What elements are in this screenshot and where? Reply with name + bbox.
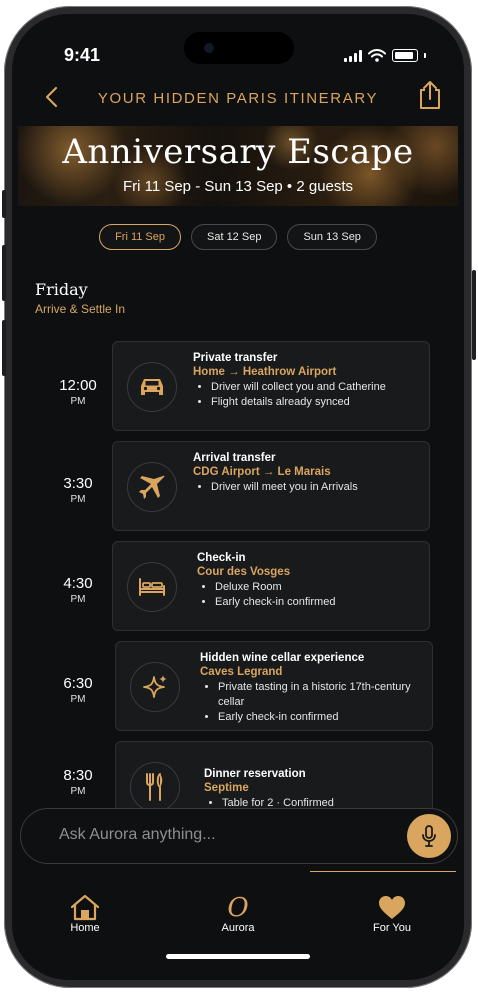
home-icon [70, 894, 100, 921]
plane-icon [139, 475, 165, 499]
event-detail: Driver will meet you in Arrivals [211, 480, 419, 495]
event-details: Private tasting in a historic 17th-centu… [200, 680, 422, 725]
sparkle-icon [143, 675, 167, 698]
event-card-body: Check-in Cour des Vosges Deluxe Room Ear… [197, 552, 419, 610]
side-button-volume-up [2, 245, 6, 301]
event-detail: Private tasting in a historic 17th-centu… [218, 680, 422, 710]
hero-banner: Anniversary Escape Fri 11 Sep - Sun 13 S… [18, 126, 458, 206]
event-title: Hidden wine cellar experience [200, 652, 365, 664]
event-time-value: 8:30 [63, 767, 93, 784]
event-detail: Deluxe Room [215, 580, 419, 595]
event-card[interactable]: Arrival transfer CDG Airport → Le Marais… [112, 441, 430, 531]
screen: 9:41 YOUR HIDDEN PARIS ITINERARY Anniver… [12, 14, 464, 980]
event-time: 8:30 PM [42, 767, 114, 797]
event-time-period: PM [70, 396, 86, 407]
camera [204, 43, 214, 53]
event-card-body: Private transfer Home → Heathrow Airport… [193, 352, 419, 410]
day-heading: Friday [35, 280, 88, 299]
event-card[interactable]: Dinner reservation Septime Table for 2 ·… [115, 741, 433, 808]
event-time-value: 12:00 [59, 377, 97, 394]
event-card[interactable]: Check-in Cour des Vosges Deluxe Room Ear… [112, 541, 430, 631]
event-card-body: Arrival transfer CDG Airport → Le Marais… [193, 452, 419, 495]
event-time: 12:00 PM [42, 377, 114, 407]
tab-home-label: Home [70, 922, 100, 934]
event-details: Deluxe Room Early check-in confirmed [197, 580, 419, 610]
chat-input[interactable] [59, 826, 379, 844]
event-time-value: 6:30 [63, 675, 93, 692]
heart-icon [379, 896, 405, 919]
event-title: Check-in [197, 552, 246, 564]
event-subtitle: CDG Airport → Le Marais [193, 466, 331, 478]
event-time-value: 4:30 [63, 575, 93, 592]
event-time-period: PM [70, 594, 86, 605]
event-time: 6:30 PM [42, 675, 114, 705]
tab-sun-13-sep[interactable]: Sun 13 Sep [287, 224, 377, 250]
event-time-period: PM [70, 786, 86, 797]
event-subtitle: Septime [204, 782, 249, 794]
status-icons [344, 49, 426, 62]
tab-fri-11-sep[interactable]: Fri 11 Sep [99, 224, 181, 250]
event-subtitle: Cour des Vosges [197, 566, 291, 578]
battery-icon [392, 49, 418, 62]
trip-dates-guests: Fri 11 Sep - Sun 13 Sep • 2 guests [122, 178, 354, 195]
tab-for-you-label: For You [373, 922, 411, 934]
event-time-value: 3:30 [63, 475, 93, 492]
event-title: Dinner reservation [204, 768, 306, 780]
event-subtitle: Home → Heathrow Airport [193, 366, 337, 378]
page-title: YOUR HIDDEN PARIS ITINERARY [97, 90, 379, 107]
event-details: Driver will collect you and Catherine Fl… [193, 380, 419, 410]
side-button-action [2, 190, 6, 218]
event-title: Private transfer [193, 352, 278, 364]
share-icon[interactable] [416, 80, 444, 110]
tab-for-you[interactable]: For You [342, 894, 442, 934]
event-detail: Table for 2 · Confirmed [222, 796, 422, 808]
microphone-icon [422, 825, 436, 847]
event-icon [127, 562, 177, 612]
status-time: 9:41 [64, 45, 101, 65]
day-subtitle: Arrive & Settle In [35, 302, 126, 316]
signal-icon [344, 49, 362, 62]
event-icon [127, 362, 177, 412]
car-icon [141, 379, 163, 395]
event-icon [127, 462, 177, 512]
chat-bar [20, 808, 458, 864]
event-card[interactable]: Private transfer Home → Heathrow Airport… [112, 341, 430, 431]
event-detail: Early check-in confirmed [215, 595, 419, 610]
bed-icon [139, 578, 165, 596]
event-icon [130, 762, 180, 808]
wifi-icon [368, 49, 386, 62]
event-detail: Flight details already synced [211, 395, 419, 410]
active-tab-indicator [310, 871, 456, 872]
event-time: 4:30 PM [42, 575, 114, 605]
tab-sat-12-sep[interactable]: Sat 12 Sep [191, 224, 278, 250]
home-indicator [166, 954, 310, 959]
event-icon [130, 662, 180, 712]
event-card-body: Dinner reservation Septime Table for 2 ·… [204, 768, 422, 808]
event-time-period: PM [70, 694, 86, 705]
event-title: Arrival transfer [193, 452, 276, 464]
event-card[interactable]: Hidden wine cellar experience Caves Legr… [115, 641, 433, 731]
trip-title: Anniversary Escape [62, 132, 414, 172]
side-button-power [472, 270, 476, 360]
tab-home[interactable]: Home [35, 894, 135, 934]
event-time-period: PM [70, 494, 86, 505]
itinerary-timeline: 12:00 PM Private transfer Home → Heathro… [12, 334, 464, 808]
aurora-logo-icon: O [227, 893, 249, 923]
event-detail: Early check-in confirmed [218, 710, 422, 725]
mic-button[interactable] [407, 814, 451, 858]
day-tabs: Fri 11 Sep Sat 12 Sep Sun 13 Sep [12, 224, 464, 250]
cutlery-icon [146, 773, 163, 801]
event-time: 3:30 PM [42, 475, 114, 505]
side-button-volume-down [2, 320, 6, 376]
event-subtitle: Caves Legrand [200, 666, 283, 678]
tab-aurora[interactable]: O Aurora [188, 894, 288, 934]
event-card-body: Hidden wine cellar experience Caves Legr… [200, 652, 422, 725]
dynamic-island [184, 32, 294, 64]
event-details: Driver will meet you in Arrivals [193, 480, 419, 495]
event-details: Table for 2 · Confirmed [204, 796, 422, 808]
event-detail: Driver will collect you and Catherine [211, 380, 419, 395]
tab-bar: Home O Aurora For You [12, 894, 464, 944]
tab-aurora-label: Aurora [221, 922, 255, 934]
